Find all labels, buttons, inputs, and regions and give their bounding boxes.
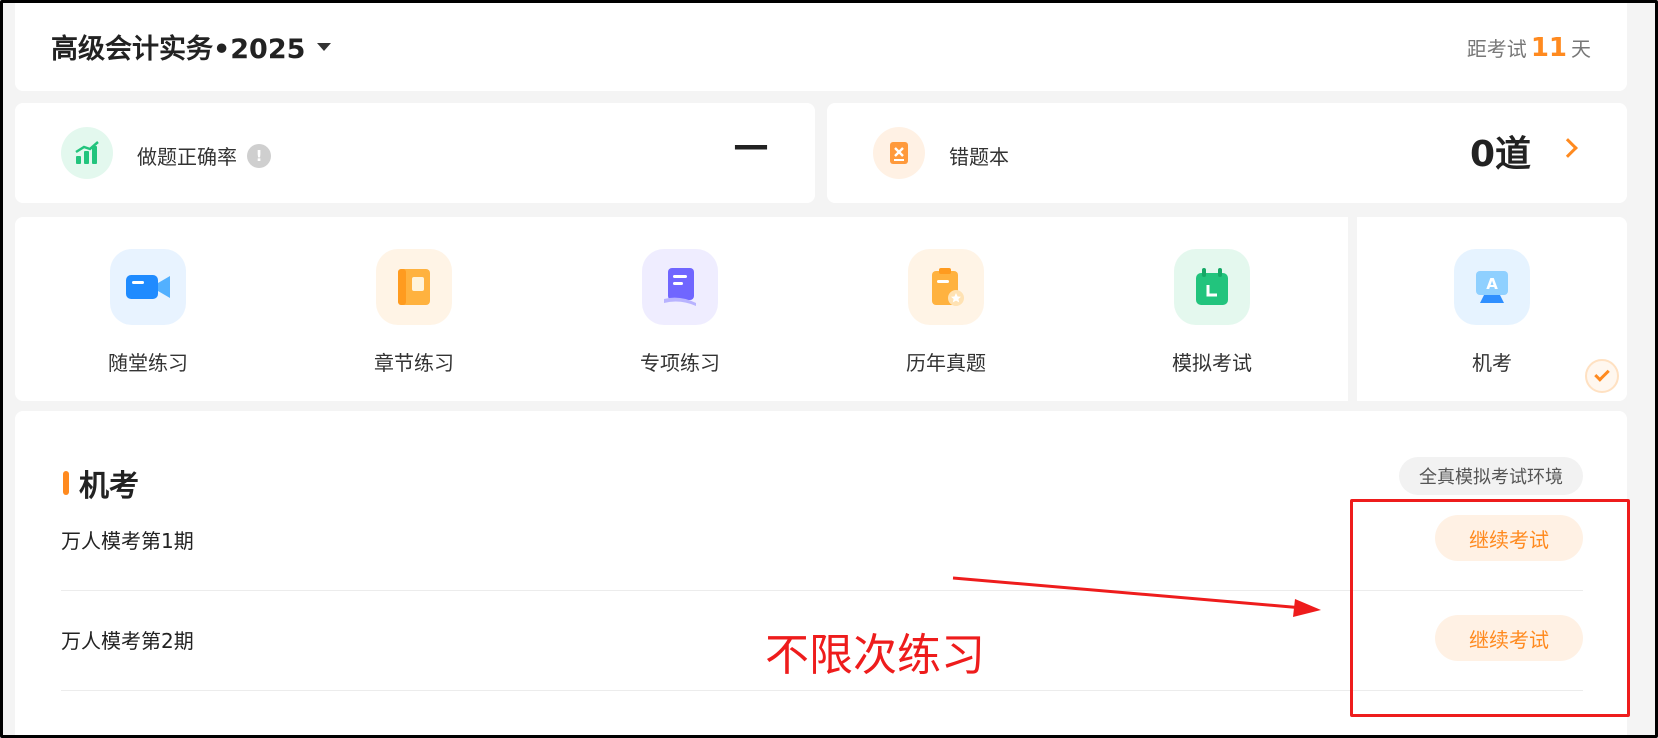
accuracy-label: 做题正确率 (137, 145, 237, 169)
mode-past-exams[interactable]: 历年真题 (813, 217, 1079, 401)
caret-down-icon (317, 42, 332, 51)
accuracy-value: — (733, 125, 769, 166)
course-selector[interactable]: 高级会计实务•2025 (51, 27, 332, 66)
book-icon (376, 249, 452, 325)
wrongbook-value: 0道 (1469, 134, 1531, 175)
mode-classroom-practice[interactable]: 随堂练习 (15, 217, 281, 401)
mode-label: 章节练习 (374, 351, 454, 375)
mode-computer-exam[interactable]: A 机考 (1357, 217, 1627, 401)
environment-badge: 全真模拟考试环境 (1399, 457, 1583, 495)
mode-label: 历年真题 (906, 351, 986, 375)
course-title: 高级会计实务•2025 (51, 34, 306, 65)
computer-exam-icon: A (1454, 249, 1530, 325)
document-icon (642, 249, 718, 325)
mode-label: 专项练习 (640, 351, 720, 375)
annotation-text: 不限次练习 (765, 630, 985, 681)
clipboard-star-icon (908, 249, 984, 325)
exam-title: 万人模考第1期 (61, 529, 194, 553)
practice-mode-row: 随堂练习 章节练习 专项练习 历年真题 模拟考试 A 机考 (15, 217, 1627, 401)
mode-chapter-practice[interactable]: 章节练习 (281, 217, 547, 401)
mode-mock-exam[interactable]: 模拟考试 (1079, 217, 1345, 401)
notebook-x-icon (873, 127, 925, 179)
mode-label: 模拟考试 (1172, 351, 1252, 375)
countdown-prefix: 距考试 (1466, 37, 1527, 61)
exam-title: 万人模考第2期 (61, 629, 194, 653)
countdown-suffix: 天 (1571, 37, 1591, 61)
wrongbook-card[interactable]: 错题本 0道 (827, 103, 1627, 203)
mode-special-practice[interactable]: 专项练习 (547, 217, 813, 401)
annotation-highlight-box (1350, 499, 1630, 717)
chevron-right-icon[interactable] (1558, 138, 1578, 158)
accuracy-label-group: 做题正确率 ! (137, 141, 271, 170)
svg-text:A: A (1486, 275, 1498, 293)
wrongbook-label: 错题本 (949, 145, 1009, 169)
header-bar: 高级会计实务•2025 距考试 11 天 (15, 3, 1627, 91)
exam-countdown: 距考试 11 天 (1467, 33, 1591, 63)
selected-check-icon (1585, 359, 1619, 393)
accuracy-card: 做题正确率 ! — (15, 103, 815, 203)
app-frame: 高级会计实务•2025 距考试 11 天 做题正确率 ! — 错题本 0道 随堂… (0, 0, 1658, 738)
video-icon (110, 249, 186, 325)
mode-label: 随堂练习 (108, 351, 188, 375)
info-icon[interactable]: ! (247, 143, 271, 168)
bar-chart-icon (61, 127, 113, 179)
calendar-icon (1174, 249, 1250, 325)
countdown-days: 11 (1530, 33, 1567, 63)
